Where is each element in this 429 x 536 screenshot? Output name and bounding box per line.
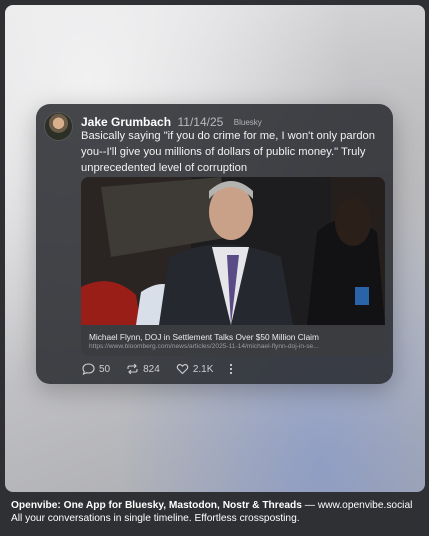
link-title: Michael Flynn, DOJ in Settlement Talks O… — [89, 332, 319, 342]
post-text: Basically saying "if you do crime for me… — [81, 130, 376, 174]
like-count: 2.1K — [192, 363, 214, 375]
author-name[interactable]: Jake Grumbach — [81, 115, 171, 129]
reply-button[interactable]: 50 — [82, 363, 110, 375]
promo-line-1: Openvibe: One App for Bluesky, Mastodon,… — [11, 499, 421, 512]
network-label: Bluesky — [233, 118, 262, 127]
promo-tagline: All your conversations in single timelin… — [11, 513, 300, 524]
repost-button[interactable]: 824 — [126, 363, 160, 375]
reply-icon — [82, 363, 95, 375]
more-options-icon — [230, 363, 233, 374]
more-options-button[interactable] — [229, 363, 233, 376]
link-url[interactable]: https://www.bloomberg.com/news/articles/… — [89, 343, 377, 350]
promo-brand: Openvibe: One App for Bluesky, Mastodon,… — [11, 500, 302, 511]
post-actions: 50 824 2.1K — [82, 362, 233, 376]
post-date: 11/14/25 — [177, 115, 224, 129]
promo-footer: Openvibe: One App for Bluesky, Mastodon,… — [11, 499, 421, 525]
repost-count: 824 — [143, 363, 160, 375]
author-avatar[interactable] — [44, 112, 73, 141]
repost-icon — [127, 363, 138, 375]
link-preview-image — [81, 177, 385, 325]
heart-icon — [176, 364, 189, 375]
reply-count: 50 — [99, 363, 111, 375]
link-preview-card[interactable]: Michael Flynn, DOJ in Settlement Talks O… — [81, 177, 385, 356]
promo-site-link[interactable]: www.openvibe.social — [318, 500, 413, 511]
post-card[interactable]: Jake Grumbach 11/14/25 Bluesky Basically… — [36, 104, 393, 384]
promo-separator: — — [301, 500, 318, 511]
like-button[interactable]: 2.1K — [176, 363, 214, 375]
